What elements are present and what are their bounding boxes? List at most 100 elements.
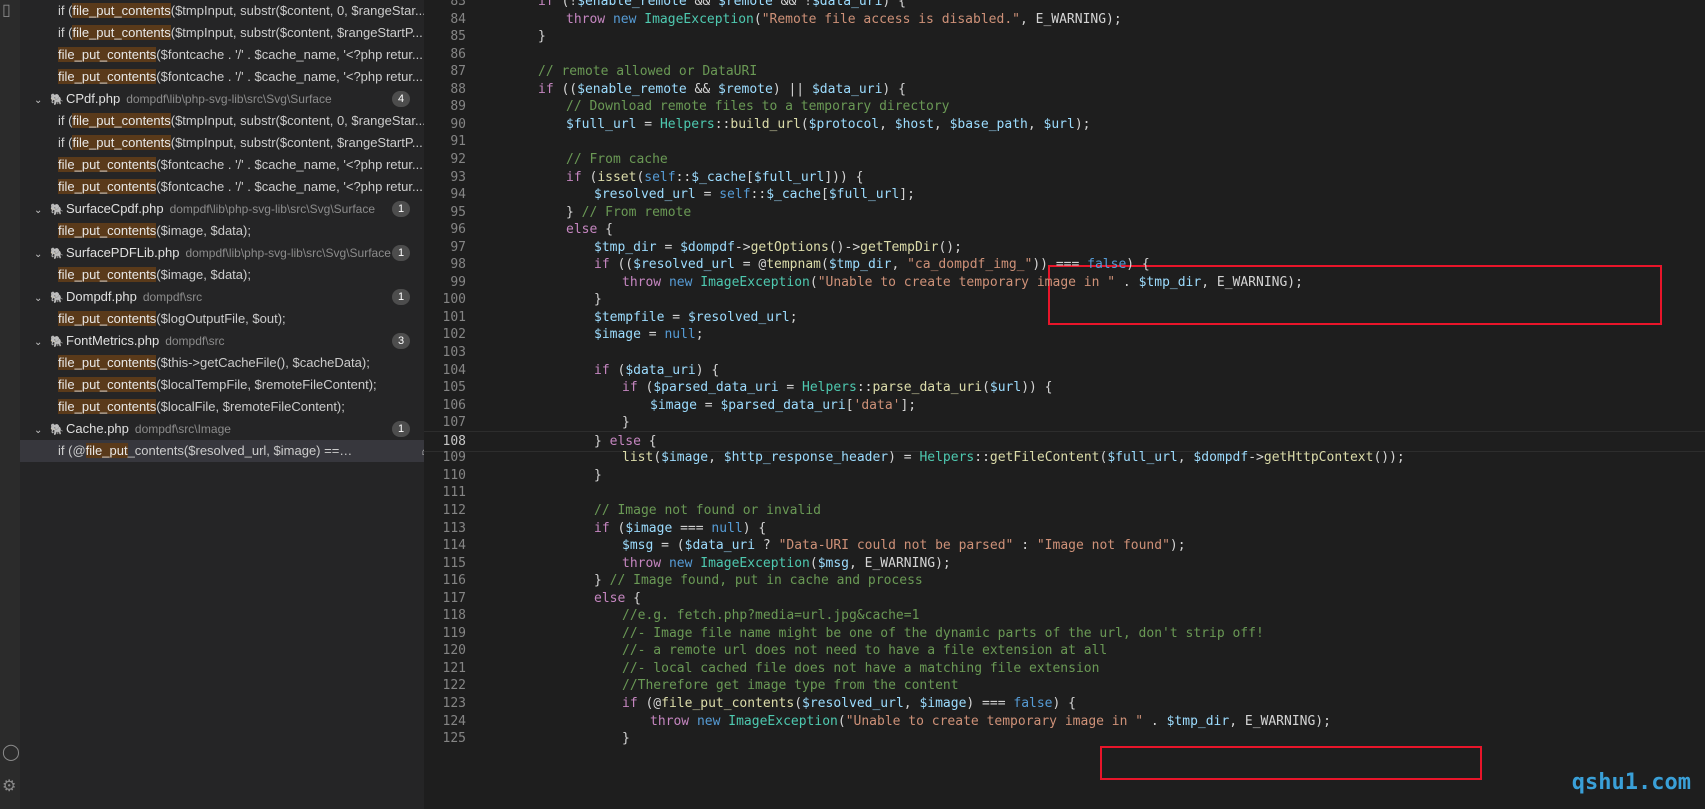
- search-match-item[interactable]: file_put_contents($fontcache . '/' . $ca…: [20, 176, 462, 198]
- code-line[interactable]: 90 $full_url = Helpers::build_url($protoc…: [424, 115, 1705, 134]
- code-line[interactable]: 89 // Download remote files to a temporar…: [424, 97, 1705, 116]
- code-line[interactable]: 102 $image = null;: [424, 325, 1705, 344]
- search-match-item[interactable]: file_put_contents($fontcache . '/' . $ca…: [20, 44, 462, 66]
- code-line[interactable]: 93 if (isset(self::$_cache[$full_url])) {: [424, 168, 1705, 187]
- code-line[interactable]: 86: [424, 45, 1705, 64]
- search-match-item[interactable]: file_put_contents($fontcache . '/' . $ca…: [20, 66, 462, 88]
- code-line[interactable]: 99 throw new ImageException("Unable to cr…: [424, 273, 1705, 292]
- search-file-group[interactable]: ⌄ 🐘 FontMetrics.php dompdf\src 3: [20, 330, 438, 352]
- code-line[interactable]: 101 $tempfile = $resolved_url;: [424, 308, 1705, 327]
- code-text: // remote allowed or DataURI: [538, 64, 758, 80]
- match-count-badge: 1: [392, 421, 410, 437]
- match-text: file_put_contents($localFile, $remoteFil…: [58, 399, 345, 414]
- line-number: 107: [442, 415, 466, 431]
- match-text: file_put_contents($image, $data);: [58, 223, 251, 238]
- code-line[interactable]: 119 //- Image file name might be one of t…: [424, 624, 1705, 643]
- line-number: 116: [442, 573, 466, 589]
- chevron-down-icon[interactable]: ⌄: [34, 420, 50, 442]
- match-text: file_put_contents($fontcache . '/' . $ca…: [58, 69, 423, 84]
- code-line[interactable]: 125}: [424, 729, 1705, 748]
- line-number: 112: [442, 502, 466, 518]
- line-number: 109: [442, 450, 466, 466]
- code-line[interactable]: 123 if (@file_put_contents($resolved_url,…: [424, 694, 1705, 713]
- line-number: 117: [442, 590, 466, 606]
- search-match-item[interactable]: if (file_put_contents($tmpInput, substr(…: [20, 110, 462, 132]
- search-match-item[interactable]: file_put_contents($localFile, $remoteFil…: [20, 396, 462, 418]
- match-count-badge: 1: [392, 201, 410, 217]
- php-elephant-icon: 🐘: [50, 204, 64, 216]
- search-file-group[interactable]: ⌄ 🐘 Cache.php dompdf\src\Image 1: [20, 418, 438, 440]
- code-line[interactable]: 88 if (($enable_remote && $remote) || $da…: [424, 80, 1705, 99]
- code-line[interactable]: 105 if ($parsed_data_uri = Helpers::parse…: [424, 378, 1705, 397]
- code-line[interactable]: 109 list($image, $http_response_header) =…: [424, 448, 1705, 467]
- chevron-down-icon[interactable]: ⌄: [34, 90, 50, 112]
- search-match-item[interactable]: file_put_contents($image, $data);: [20, 220, 462, 242]
- code-text: throw new ImageException("Remote file ac…: [566, 11, 1122, 27]
- code-line[interactable]: 120 //- a remote url does not need to hav…: [424, 641, 1705, 660]
- files-icon[interactable]: ▯: [2, 0, 11, 20]
- code-editor[interactable]: 83 if (!$enable_remote && $remote && !$da…: [424, 0, 1705, 809]
- code-text: $resolved_url = self::$_cache[$full_url]…: [594, 187, 915, 203]
- code-line[interactable]: 96 else {: [424, 220, 1705, 239]
- search-match-item[interactable]: if (file_put_contents($tmpInput, substr(…: [20, 132, 462, 154]
- search-file-group[interactable]: ⌄ 🐘 CPdf.php dompdf\lib\php-svg-lib\src\Svg…: [20, 88, 438, 110]
- code-line[interactable]: 114 $msg = ($data_uri ? "Data-URI could n…: [424, 536, 1705, 555]
- search-match-item[interactable]: file_put_contents($image, $data);: [20, 264, 462, 286]
- code-line[interactable]: 112 // Image not found or invalid: [424, 501, 1705, 520]
- search-match-item[interactable]: if (file_put_contents($tmpInput, substr(…: [20, 0, 462, 22]
- file-name: Cache.php: [66, 421, 129, 436]
- match-highlight: file_put_contents: [58, 267, 157, 282]
- code-line[interactable]: 111: [424, 483, 1705, 502]
- code-line[interactable]: 106 $image = $parsed_data_uri['data'];: [424, 396, 1705, 415]
- code-line[interactable]: 87 // remote allowed or DataURI: [424, 62, 1705, 81]
- code-line[interactable]: 116} // Image found, put in cache and pr…: [424, 571, 1705, 590]
- code-line[interactable]: 100}: [424, 290, 1705, 309]
- code-line[interactable]: 98 if (($resolved_url = @tempnam($tmp_dir…: [424, 255, 1705, 274]
- code-text: //e.g. fetch.php?media=url.jpg&cache=1: [622, 608, 920, 624]
- code-line[interactable]: 122 //Therefore get image type from the c…: [424, 676, 1705, 695]
- search-match-item[interactable]: if (@file_put_contents($resolved_url, $i…: [20, 440, 462, 462]
- code-line[interactable]: 84 throw new ImageException("Remote file …: [424, 10, 1705, 29]
- code-line[interactable]: 118 //e.g. fetch.php?media=url.jpg&cache=…: [424, 606, 1705, 625]
- line-number: 113: [442, 520, 466, 536]
- line-number: 89: [450, 99, 466, 115]
- search-match-item[interactable]: file_put_contents($fontcache . '/' . $ca…: [20, 154, 462, 176]
- search-match-item[interactable]: file_put_contents($this->getCacheFile(),…: [20, 352, 462, 374]
- search-file-group[interactable]: ⌄ 🐘 Dompdf.php dompdf\src 1: [20, 286, 438, 308]
- line-number: 125: [442, 731, 466, 747]
- chevron-down-icon[interactable]: ⌄: [34, 288, 50, 310]
- search-match-item[interactable]: if (file_put_contents($tmpInput, substr(…: [20, 22, 462, 44]
- code-line[interactable]: 107}: [424, 413, 1705, 432]
- code-line[interactable]: 94 $resolved_url = self::$_cache[$full_ur…: [424, 185, 1705, 204]
- search-match-item[interactable]: file_put_contents($logOutputFile, $out);: [20, 308, 462, 330]
- code-text: //- Image file name might be one of the …: [622, 625, 1264, 641]
- search-file-group[interactable]: ⌄ 🐘 SurfacePDFLib.php dompdf\lib\php-svg-li…: [20, 242, 438, 264]
- code-line[interactable]: 103: [424, 343, 1705, 362]
- code-line[interactable]: 85}: [424, 27, 1705, 46]
- chevron-down-icon[interactable]: ⌄: [34, 244, 50, 266]
- chevron-down-icon[interactable]: ⌄: [34, 332, 50, 354]
- code-line[interactable]: 104 if ($data_uri) {: [424, 361, 1705, 380]
- code-line[interactable]: 92 // From cache: [424, 150, 1705, 169]
- code-line[interactable]: 113 if ($image === null) {: [424, 519, 1705, 538]
- settings-gear-icon[interactable]: ⚙: [2, 776, 16, 796]
- code-text: }: [594, 467, 602, 483]
- code-line[interactable]: 115 throw new ImageException($msg, E_WARN…: [424, 554, 1705, 573]
- code-line[interactable]: 91: [424, 132, 1705, 151]
- code-line[interactable]: 121 //- local cached file does not have a…: [424, 659, 1705, 678]
- code-line[interactable]: 110}: [424, 466, 1705, 485]
- code-line[interactable]: 117 else {: [424, 589, 1705, 608]
- search-file-group[interactable]: ⌄ 🐘 SurfaceCpdf.php dompdf\lib\php-svg-lib\…: [20, 198, 438, 220]
- match-count-badge: 1: [392, 289, 410, 305]
- code-line[interactable]: 124 throw new ImageException("Unable to c…: [424, 712, 1705, 731]
- account-icon[interactable]: ◯: [2, 742, 20, 762]
- file-path: dompdf\lib\php-svg-lib\src\Svg\Surface: [185, 246, 391, 260]
- search-match-item[interactable]: file_put_contents($localTempFile, $remot…: [20, 374, 462, 396]
- match-highlight: file_put_contents: [58, 179, 157, 194]
- code-line[interactable]: 95} // From remote: [424, 203, 1705, 222]
- code-line[interactable]: 97 $tmp_dir = $dompdf->getOptions()->getT…: [424, 238, 1705, 257]
- chevron-down-icon[interactable]: ⌄: [34, 200, 50, 222]
- code-text: throw new ImageException("Unable to crea…: [622, 274, 1303, 290]
- file-path: dompdf\lib\php-svg-lib\src\Svg\Surface: [126, 92, 332, 106]
- match-text: file_put_contents($logOutputFile, $out);: [58, 311, 286, 326]
